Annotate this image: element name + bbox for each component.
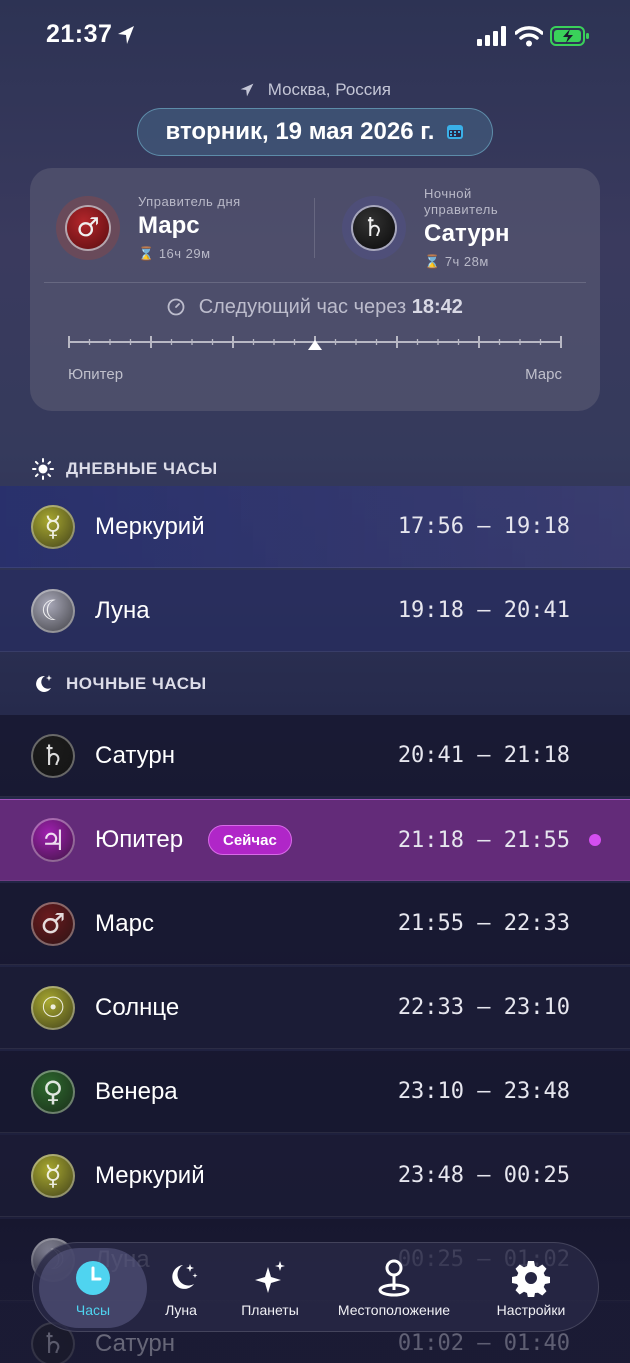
planet-name: Луна: [95, 596, 150, 624]
planet-name: Солнце: [95, 993, 180, 1021]
hour-time-range: 20:41 – 21:18: [397, 743, 570, 768]
planet-icon: ☉: [31, 985, 75, 1030]
planet-name: Юпитер: [95, 826, 184, 853]
hour-row[interactable]: ☉ Солнце 22:33 – 23:10: [0, 967, 630, 1049]
planet-icon: ☿: [31, 1153, 75, 1198]
tab-label: Луна: [165, 1302, 197, 1318]
hour-time-range: 23:10 – 23:48: [397, 1079, 570, 1104]
tab-gear[interactable]: Настройки: [481, 1243, 581, 1333]
next-hour-label: Следующий час через: [198, 296, 407, 318]
tab-label: Планеты: [241, 1302, 299, 1318]
planet-name: Сатурн: [95, 741, 176, 769]
date-picker-button[interactable]: вторник, 19 мая 2026 г.: [137, 108, 493, 156]
hour-row[interactable]: ☾ Луна 19:18 – 20:41: [0, 570, 630, 652]
tab-moon-stars[interactable]: Луна: [151, 1243, 211, 1333]
hour-time-range: 21:55 – 22:33: [397, 911, 570, 936]
moon-stars-icon: [163, 1258, 199, 1298]
day-ruler-duration: ⌛ 16ч 29м: [138, 246, 211, 261]
scale-right-label: Марс: [525, 366, 562, 383]
battery-charging-icon: [550, 26, 589, 46]
day-ruler-caption: Управитель дня: [138, 194, 241, 209]
hour-row[interactable]: ♂ Марс 21:55 – 22:33: [0, 883, 630, 965]
divider: [314, 198, 315, 258]
scale-left-label: Юпитер: [68, 366, 124, 383]
next-hour-countdown: Следующий час через 18:42: [30, 296, 600, 319]
tab-map-pin[interactable]: Местоположение: [325, 1243, 463, 1333]
planet-icon: ☾: [31, 588, 75, 633]
day-ruler[interactable]: ♂ Управитель дня Марс ⌛ 16ч 29м: [56, 194, 241, 262]
planet-name: Венера: [95, 1077, 178, 1105]
saturn-icon: ♄: [353, 207, 395, 249]
current-hour-dot: [589, 834, 601, 846]
clock-icon: [74, 1258, 112, 1298]
hour-row[interactable]: ☿ Меркурий 17:56 – 19:18: [0, 486, 630, 568]
tab-clock[interactable]: Часы: [39, 1248, 147, 1328]
saturn-badge: ♄: [342, 196, 406, 260]
hour-row[interactable]: ☿ Меркурий 23:48 – 00:25: [0, 1135, 630, 1217]
hour-time-range: 23:48 – 00:25: [397, 1163, 570, 1188]
status-bar: 21:37: [0, 0, 630, 70]
hour-time-range: 19:18 – 20:41: [397, 598, 570, 623]
night-ruler-name: Сатурн: [424, 220, 510, 247]
moon-stars-icon: [36, 675, 52, 692]
hour-progress-scale: [68, 336, 562, 350]
hour-time-range: 17:56 – 19:18: [397, 514, 570, 539]
divider: [44, 282, 586, 283]
hour-row[interactable]: ♃ Юпитер Сейчас 21:18 – 21:55: [0, 799, 630, 881]
tab-label: Местоположение: [337, 1302, 451, 1318]
location-label[interactable]: Москва, Россия: [0, 80, 630, 100]
date-text: вторник, 19 мая 2026 г.: [165, 118, 435, 145]
night-ruler[interactable]: ♄ Ночной управитель Сатурн ⌛ 7ч 28м: [342, 186, 510, 270]
wifi-icon: [515, 26, 543, 47]
location-text: Москва, Россия: [267, 80, 391, 99]
night-ruler-duration: ⌛ 7ч 28м: [424, 254, 489, 269]
night-hours-header: НОЧНЫЕ ЧАСЫ: [0, 659, 630, 709]
planet-icon: ☿: [31, 504, 75, 549]
hour-row[interactable]: ♄ Сатурн 20:41 – 21:18: [0, 715, 630, 797]
planet-name: Меркурий: [95, 1161, 205, 1189]
tab-label: Настройки: [496, 1302, 566, 1318]
map-pin-icon: [376, 1258, 412, 1298]
planet-icon: ♃: [31, 818, 75, 862]
mars-icon: ♂: [67, 207, 109, 249]
now-badge: Сейчас: [208, 825, 292, 855]
hour-time-range: 22:33 – 23:10: [397, 995, 570, 1020]
night-ruler-caption: Ночной управитель: [424, 186, 499, 217]
sun-icon: [32, 458, 54, 480]
tab-label: Часы: [75, 1302, 111, 1318]
hour-time-range: 21:18 – 21:55: [397, 827, 570, 853]
tab-sparkles[interactable]: Планеты: [229, 1243, 311, 1333]
rulers-card: ♂ Управитель дня Марс ⌛ 16ч 29м ♄ Ночной…: [30, 168, 600, 411]
status-time: 21:37: [46, 20, 113, 48]
planet-icon: ♀: [31, 1069, 75, 1114]
section-title: НОЧНЫЕ ЧАСЫ: [66, 674, 207, 693]
tab-bar: Часы Луна Планеты Местоположение Настройки: [32, 1242, 599, 1332]
sparkles-icon: [252, 1258, 288, 1298]
next-hour-value: 18:42: [411, 296, 463, 318]
cellular-signal-icon: [477, 26, 506, 46]
mars-badge: ♂: [56, 196, 120, 260]
planet-name: Марс: [95, 909, 154, 937]
planet-icon: ♄: [31, 733, 75, 778]
day-ruler-name: Марс: [138, 212, 200, 239]
location-arrow-icon: [118, 26, 134, 44]
location-arrow-icon: [240, 83, 254, 97]
calendar-icon: [447, 125, 464, 139]
planet-icon: ♂: [31, 901, 75, 946]
section-title: ДНЕВНЫЕ ЧАСЫ: [66, 459, 218, 478]
hour-row[interactable]: ♀ Венера 23:10 – 23:48: [0, 1051, 630, 1133]
gear-icon: [512, 1258, 550, 1298]
timer-icon: [167, 298, 185, 316]
planet-name: Меркурий: [95, 512, 205, 540]
